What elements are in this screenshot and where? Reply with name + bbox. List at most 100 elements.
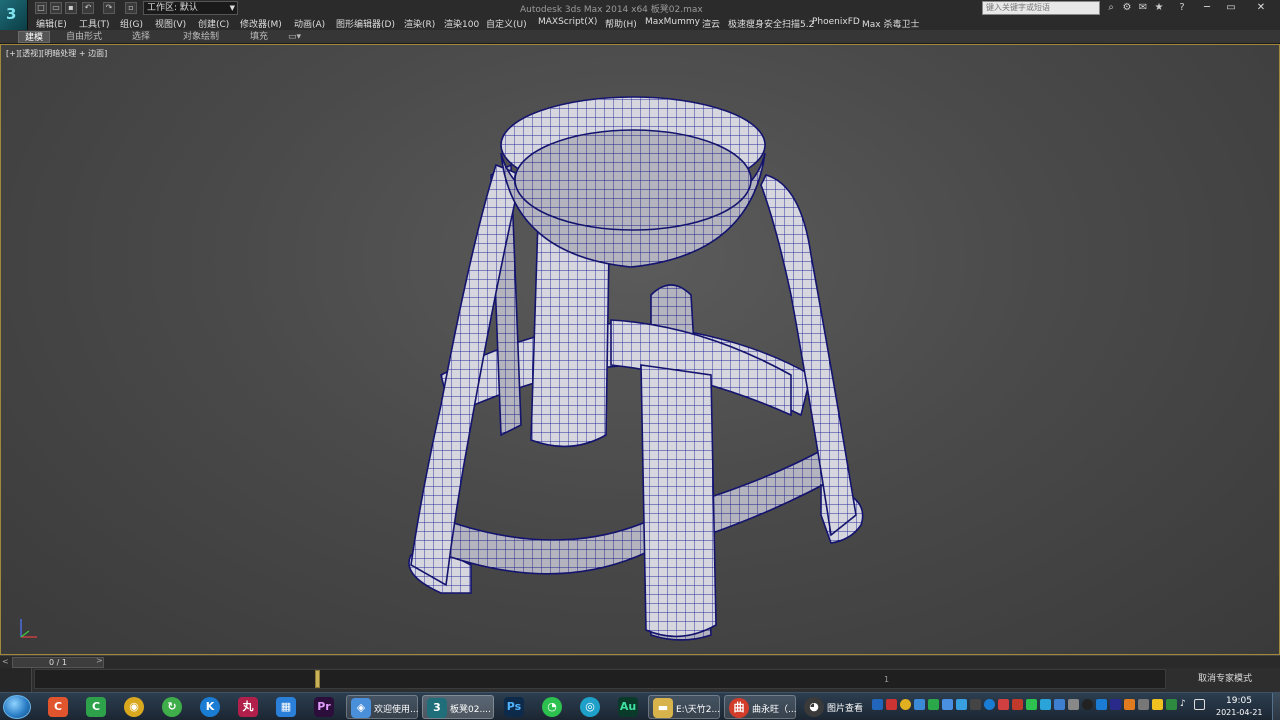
stool-wireframe-model[interactable] [1,45,1280,655]
tray-input-icon[interactable] [872,699,883,710]
mini-curve-editor-icon[interactable] [0,668,32,692]
show-desktop-button[interactable] [1272,693,1280,720]
tray-s-icon[interactable] [998,699,1009,710]
menu-item-graph-editors[interactable]: 图形编辑器(D) [336,17,395,30]
open-file-icon[interactable]: ▭ [50,2,62,14]
menu-item-modifiers[interactable]: 修改器(M) [240,17,282,30]
tray-network-icon[interactable] [1068,699,1079,710]
tray-k-icon[interactable] [984,699,995,710]
ribbon-options-icon[interactable]: ▭▾ [282,31,307,43]
tray-wechat-icon[interactable] [1026,699,1037,710]
tiles-app-icon: ▦ [276,697,296,717]
taskbar-app-chat[interactable]: 曲 曲永旺（... [724,695,797,719]
search-input[interactable]: 键入关键字或短语 [982,1,1100,15]
tray-orange-icon[interactable] [1124,699,1135,710]
cancel-expert-mode-button[interactable]: 取消专家模式 [1170,668,1280,690]
tray-chat-icon[interactable] [1040,699,1051,710]
taskbar-pinned-app[interactable]: Ps [500,695,530,719]
menu-item-antivirus[interactable]: Max 杀毒卫士 [862,17,919,30]
subscription-icon[interactable]: ⚙ [1120,1,1134,15]
workspace-dropdown[interactable]: 工作区: 默认 ▼ [143,1,238,15]
tray-p-icon[interactable] [1110,699,1121,710]
ribbon-tabs: 建模 自由形式 选择 对象绘制 填充 ▭▾ [0,30,1280,44]
menu-item-create[interactable]: 创建(C) [198,17,229,30]
taskbar-pinned-app[interactable]: C [82,695,112,719]
current-frame-marker[interactable] [315,670,320,688]
tray-antivirus-icon[interactable] [1152,699,1163,710]
help-icon[interactable]: ? [1175,1,1189,15]
tab-modeling[interactable]: 建模 [18,31,51,43]
taskbar-app-3dsmax[interactable]: 3 板凳02.... [422,695,494,719]
taskbar-pinned-app[interactable]: C [44,695,74,719]
tab-selection[interactable]: 选择 [126,31,156,43]
taskbar-app-label: 图片查看 [827,704,864,714]
taskbar-app-label: 曲永旺（... [752,705,797,715]
tray-gray-icon[interactable] [1138,699,1149,710]
tray-pdf-icon[interactable] [1012,699,1023,710]
clock-date[interactable]: 2021-04-21 [1216,708,1263,717]
undo-icon[interactable]: ↶ [82,2,94,14]
action-center-icon[interactable] [1194,699,1205,710]
tray-k2-icon[interactable] [1096,699,1107,710]
volume-icon[interactable]: ♪ [1180,699,1191,710]
taskbar-pinned-app[interactable]: ◔ [538,695,568,719]
tray-download-icon[interactable] [956,699,967,710]
maximize-button[interactable]: ▭ [1220,0,1242,16]
taskbar-pinned-app[interactable]: ◉ [120,695,150,719]
close-button[interactable]: ✕ [1250,0,1272,16]
menu-item-animation[interactable]: 动画(A) [294,17,325,30]
menu-item-render100[interactable]: 渲染100 [444,17,479,30]
taskbar-pinned-app[interactable]: ◎ [576,695,606,719]
project-folder-icon[interactable]: ▫ [125,2,137,14]
time-slider-handle[interactable]: 0 / 1 [12,657,104,668]
tab-freeform[interactable]: 自由形式 [60,31,108,43]
taskbar-pinned-app[interactable]: ▦ [272,695,302,719]
save-icon[interactable]: ▪ [65,2,77,14]
app-logo[interactable]: 3 [0,0,28,30]
menu-item-customize[interactable]: 自定义(U) [486,17,527,30]
tray-shield2-icon[interactable] [1166,699,1177,710]
communication-icon[interactable]: ✉ [1136,1,1150,15]
tray-shield-icon[interactable] [928,699,939,710]
menu-item-help[interactable]: 帮助(H) [605,17,637,30]
time-slider-prev-button[interactable]: < [2,657,12,667]
menu-item-slimming[interactable]: 极速瘦身安全扫描5.2 [728,17,814,30]
redo-icon[interactable]: ↷ [103,2,115,14]
minimize-button[interactable]: ─ [1196,0,1218,16]
taskbar-pinned-app[interactable]: K [196,695,226,719]
tab-populate[interactable]: 填充 [244,31,274,43]
menu-item-phoenixfd[interactable]: PhoenixFD [812,17,860,27]
tray-update-icon[interactable] [1054,699,1065,710]
wan-app-icon: 丸 [238,697,258,717]
binoculars-icon[interactable]: ⌕ [1104,1,1118,15]
time-slider-next-button[interactable]: > [96,656,103,665]
menu-item-rendering[interactable]: 渲染(R) [404,17,435,30]
taskbar-app-explorer[interactable]: ▬ E:\天竹2... [648,695,720,719]
menu-item-tools[interactable]: 工具(T) [79,17,110,30]
tray-chrome-icon[interactable] [900,699,911,710]
tab-object-paint[interactable]: 对象绘制 [177,31,225,43]
menu-item-maxmummy[interactable]: MaxMummy [645,17,700,27]
taskbar-pinned-app[interactable]: Pr [310,695,340,719]
tray-flag-icon[interactable] [942,699,953,710]
favorites-icon[interactable]: ★ [1152,1,1166,15]
menu-item-edit[interactable]: 编辑(E) [36,17,67,30]
tray-qq-icon[interactable] [1082,699,1093,710]
tray-app-icon[interactable] [970,699,981,710]
new-file-icon[interactable]: □ [35,2,47,14]
clock-time[interactable]: 19:05 [1226,696,1252,706]
taskbar-app-welcome[interactable]: ◈ 欢迎使用... [346,695,419,719]
tray-cloud-icon[interactable] [914,699,925,710]
start-button[interactable] [3,695,31,719]
tray-pen-icon[interactable] [886,699,897,710]
taskbar-pinned-app[interactable]: ↻ [158,695,188,719]
menu-item-renyun[interactable]: 渲云 [702,17,720,30]
menu-item-maxscript[interactable]: MAXScript(X) [538,17,597,27]
menu-item-group[interactable]: 组(G) [120,17,143,30]
taskbar-pinned-app[interactable]: 丸 [234,695,264,719]
menu-item-views[interactable]: 视图(V) [155,17,186,30]
taskbar-pinned-app[interactable]: Au [614,695,644,719]
taskbar-app-image-viewer[interactable]: ◕ 图片查看 [800,695,866,719]
perspective-viewport[interactable]: [+][透视][明暗处理 + 边面] [0,44,1280,655]
timeline-track[interactable]: 1 [34,669,1166,689]
